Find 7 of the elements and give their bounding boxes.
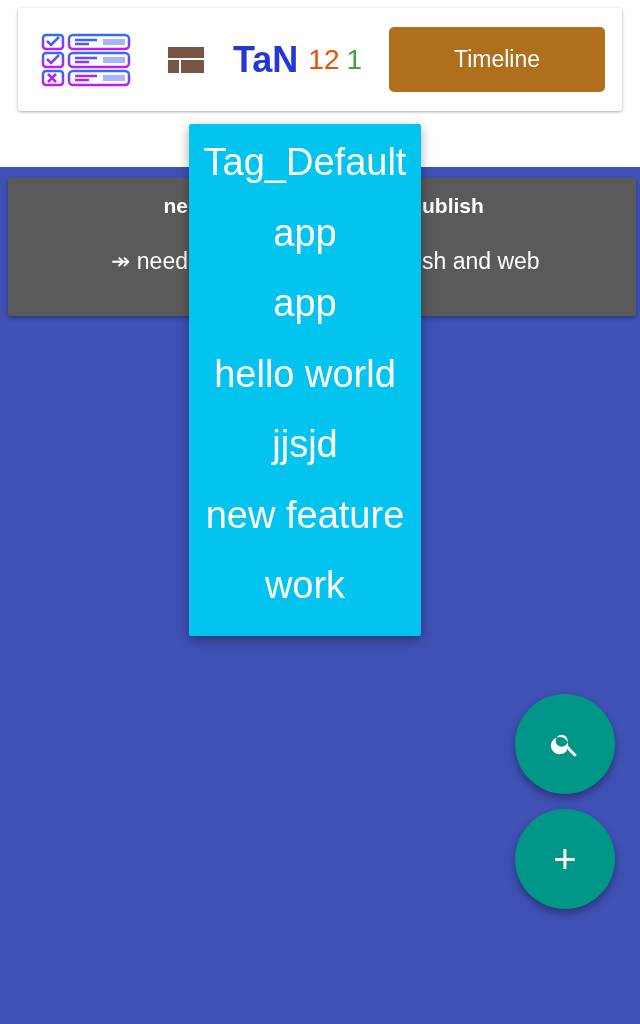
app-name: TaN — [233, 38, 299, 81]
note-text: sh and web — [422, 248, 540, 275]
note-title: ne — [163, 194, 188, 218]
note-text: ↠ need — [111, 248, 188, 275]
count-label: 1 — [346, 43, 363, 76]
note-title: ublish — [422, 194, 484, 218]
count-label: 12 — [308, 43, 340, 76]
